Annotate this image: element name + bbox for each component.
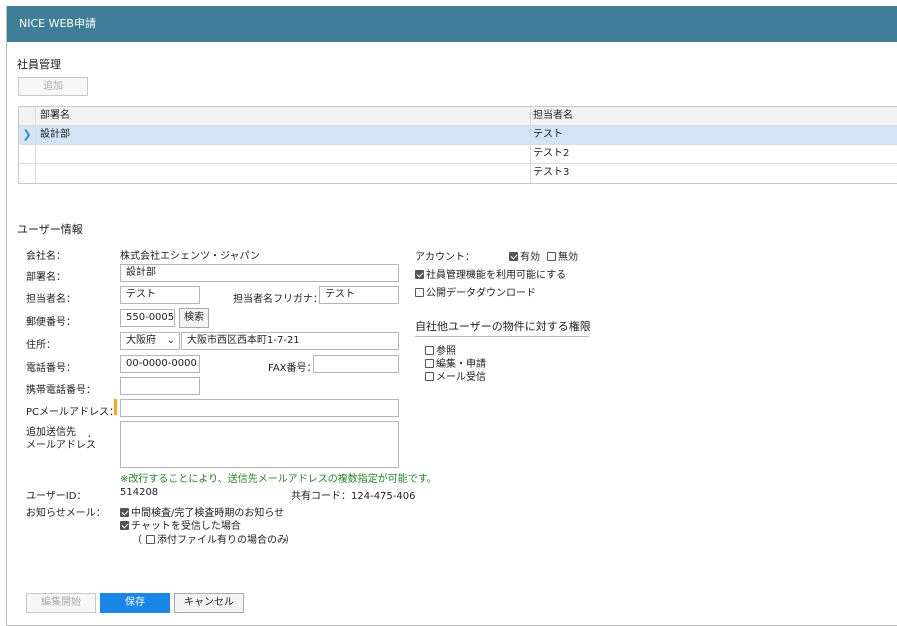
user-id-value: 514208 (120, 487, 159, 498)
account-label: アカウント： (415, 252, 475, 263)
mobile-label: 携帯電話番号： (26, 385, 96, 396)
notify-label: お知らせメール： (26, 508, 106, 519)
pc-mail-label: PCメールアドレス： (26, 407, 120, 418)
notify-paren-open: （ (132, 535, 142, 546)
extra-mail-colon: ： (87, 434, 97, 445)
pc-mail-field[interactable] (120, 399, 399, 417)
extra-mail-textarea[interactable] (120, 421, 399, 468)
person-label: 担当者名： (26, 294, 76, 305)
company-value: 株式会社エシェンツ・ジャパン (120, 251, 260, 262)
checkbox-checked-icon[interactable] (509, 252, 518, 261)
notify-paren-close: ） (285, 535, 295, 546)
cell-dept (36, 164, 531, 183)
cell-person: テスト (533, 129, 563, 140)
checkbox-checked-icon[interactable] (120, 521, 129, 530)
fax-label: FAX番号： (268, 363, 317, 374)
edit-start-button[interactable]: 編集開始 (26, 593, 96, 613)
cell-person: テスト2 (533, 148, 570, 159)
checkbox-unchecked-icon[interactable] (146, 535, 155, 544)
table-row[interactable]: ❯ 設計部 テスト (19, 126, 897, 145)
grid-header: 部署名 担当者名 (19, 107, 897, 126)
kana-field[interactable]: テスト (319, 286, 399, 304)
column-header-dept[interactable]: 部署名 (36, 107, 531, 126)
table-row[interactable]: テスト3 (19, 164, 897, 183)
app-title: NICE WEB申請 (7, 6, 897, 42)
add-button[interactable]: 追加 (18, 77, 88, 96)
address-field[interactable]: 大阪市西区西本町1-7-21 (181, 332, 399, 350)
phone-field[interactable]: 00-0000-0000 (120, 355, 200, 373)
employee-grid: 部署名 担当者名 ❯ 設計部 テスト テスト2 テスト3 (18, 106, 897, 184)
person-field[interactable]: テスト (120, 286, 200, 304)
chevron-down-icon: ⌄ (166, 335, 175, 346)
prefecture-select[interactable]: 大阪府 ⌄ (120, 332, 180, 350)
checkbox-unchecked-icon[interactable] (425, 346, 434, 355)
cancel-button[interactable]: キャンセル (174, 593, 244, 613)
notify-option-chat[interactable]: チャットを受信した場合 (120, 517, 241, 532)
permission-mail-option[interactable]: メール受信 (425, 368, 486, 383)
cell-person: テスト3 (533, 167, 570, 178)
cell-dept (36, 145, 531, 164)
table-row[interactable]: テスト2 (19, 145, 897, 164)
public-download-option[interactable]: 公開データダウンロード (415, 284, 536, 299)
shared-code: 共有コード：124-475-406 (291, 491, 416, 502)
notify-option-attachment[interactable]: 添付ファイル有りの場合のみ (146, 531, 287, 546)
save-button[interactable]: 保存 (100, 593, 170, 613)
account-valid-option[interactable]: 有効 (509, 248, 540, 263)
required-indicator (114, 399, 117, 415)
mobile-field[interactable] (120, 377, 200, 395)
row-selected-chevron-icon: ❯ (19, 126, 36, 145)
permissions-title: 自社他ユーザーの物件に対する権限 (415, 320, 591, 333)
company-label: 会社名： (26, 251, 66, 262)
user-id-label: ユーザーID： (26, 491, 87, 502)
phone-label: 電話番号： (26, 363, 76, 374)
cell-dept: 設計部 (36, 126, 531, 145)
checkbox-unchecked-icon[interactable] (425, 372, 434, 381)
extra-mail-label-2: メールアドレス (26, 440, 96, 451)
account-invalid-option[interactable]: 無効 (547, 248, 578, 263)
prefecture-value: 大阪府 (126, 335, 156, 346)
fax-field[interactable] (313, 355, 399, 373)
employee-mgmt-option[interactable]: 社員管理機能を利用可能にする (415, 266, 566, 281)
checkbox-checked-icon[interactable] (120, 508, 129, 517)
extra-mail-note: ※改行することにより、送信先メールアドレスの複数指定が可能です。 (120, 474, 437, 485)
permissions-divider (415, 336, 589, 337)
kana-label: 担当者名フリガナ： (233, 294, 323, 305)
user-info-title: ユーザー情報 (17, 223, 83, 236)
checkbox-unchecked-icon[interactable] (425, 359, 434, 368)
postal-field[interactable]: 550-0005 (120, 309, 175, 327)
dept-label: 部署名： (26, 272, 66, 283)
checkbox-checked-icon[interactable] (415, 270, 424, 279)
checkbox-unchecked-icon[interactable] (415, 288, 424, 297)
postal-label: 郵便番号： (26, 317, 76, 328)
address-label: 住所： (26, 340, 56, 351)
checkbox-unchecked-icon[interactable] (547, 252, 556, 261)
postal-search-button[interactable]: 検索 (179, 308, 209, 328)
app-frame: NICE WEB申請 社員管理 追加 部署名 担当者名 ❯ 設計部 テスト テス… (6, 6, 897, 626)
column-header-person[interactable]: 担当者名 (531, 107, 897, 126)
dept-field[interactable]: 設計部 (120, 264, 399, 282)
employee-mgmt-title: 社員管理 (17, 58, 61, 71)
